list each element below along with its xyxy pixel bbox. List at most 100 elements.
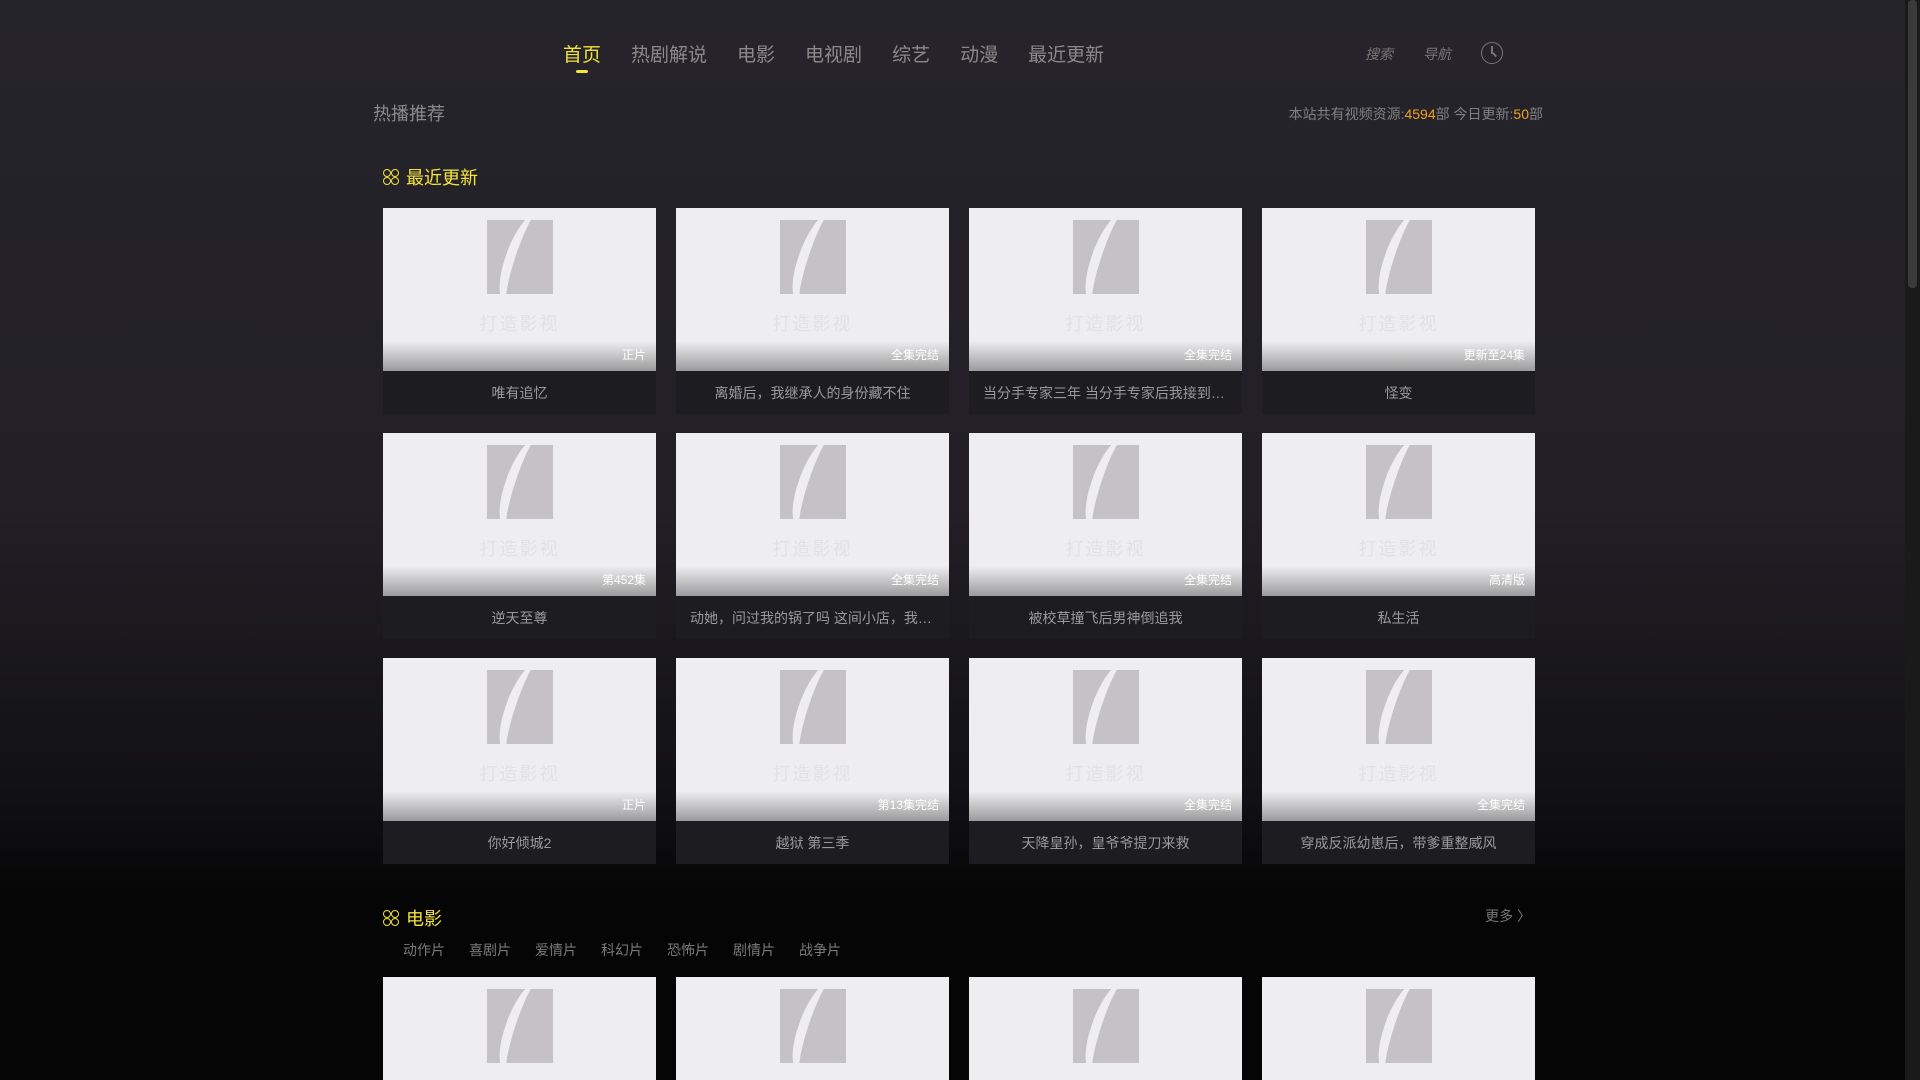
video-thumbnail[interactable]: 打造影视 第452集 [383,433,656,596]
placeholder-logo [1072,445,1139,519]
video-title-text: 天降皇孙，皇爷爷提刀来救 [1021,834,1190,851]
hot-recommend-label: 热播推荐 [373,104,445,124]
video-card[interactable]: 打造影视全集完结当分手专家三年 当分手专家后我接到前任委托 [969,208,1242,414]
recent-grid: 打造影视 正片 唯有追忆 打造影视 全集完结 离婚后，我继承人的身份藏不住 打造影视 全集完结… [383,208,1535,864]
video-title[interactable]: 私生活 [1262,596,1535,639]
video-title[interactable]: 穿成反派幼崽后，带爹重整威风 [1262,821,1535,864]
movie-card[interactable] [676,977,949,1080]
video-title[interactable]: 逆天至尊 [383,596,656,639]
watermark: 打造影视 [1358,539,1439,559]
placeholder-logo [1072,989,1139,1063]
video-thumbnail[interactable]: 打造影视正片 [383,658,656,821]
video-thumbnail[interactable]: 打造影视全集完结 [969,658,1242,821]
nav-item-4[interactable]: 综艺 [892,40,930,67]
watermark: 打造影视 [1065,764,1146,784]
video-thumbnail[interactable]: 打造影视 更新至24集 [1262,208,1535,371]
watermark: 打造影视 [772,314,853,334]
search-link[interactable]: 搜索 [1365,44,1393,64]
placeholder-logo [779,670,846,744]
video-thumbnail[interactable]: 打造影视高清版 [1262,433,1535,596]
video-card[interactable]: 打造影视 更新至24集怪变 [1262,208,1535,414]
site-stats: 本站共有视频资源:4594部 今日更新:50部 [1289,104,1543,124]
video-title[interactable]: 越狱 第三季 [676,821,949,864]
nav-item-6[interactable]: 最近更新 [1028,40,1104,67]
section-title-recent: 最近更新 [383,164,478,190]
video-title[interactable]: 离婚后，我继承人的身份藏不住 [676,371,949,414]
video-card[interactable]: 打造影视全集完结天降皇孙，皇爷爷提刀来救 [969,658,1242,864]
video-card[interactable]: 打造影视 全集完结 被校草撞飞后男神倒追我 [969,433,1242,639]
nav-item-1[interactable]: 热剧解说 [631,40,707,67]
video-title[interactable]: 怪变 [1262,371,1535,414]
video-card[interactable]: 打造影视 第13集完结 越狱 第三季 [676,658,949,864]
watermark: 打造影视 [772,764,853,784]
clover-icon [383,168,400,186]
placeholder-logo [1072,670,1139,744]
video-title-text: 穿成反派幼崽后，带爹重整威风 [1300,834,1497,851]
more-link[interactable]: 更多 〉 [1485,906,1531,926]
video-thumbnail[interactable]: 打造影视 全集完结 [676,208,949,371]
nav-item-2[interactable]: 电影 [737,40,775,67]
status-badge: 全集完结 [1183,798,1232,812]
video-thumbnail[interactable]: 打造影视 正片 [383,208,656,371]
placeholder-logo [486,989,553,1063]
video-title[interactable]: 被校草撞飞后男神倒追我 [969,596,1242,639]
video-card[interactable]: 打造影视 全集完结离婚后，我继承人的身份藏不住 [676,208,949,414]
nav-item-3[interactable]: 电视剧 [805,40,862,67]
category-tab[interactable]: 剧情片 [733,940,775,960]
category-tab[interactable]: 战争片 [799,940,841,960]
video-card[interactable]: 打造影视全集完结动她，问过我的锅了吗 这间小店，我罩了 [676,433,949,639]
placeholder-logo [779,445,846,519]
video-thumbnail[interactable]: 打造影视 全集完结 [1262,658,1535,821]
watermark: 打造影视 [772,539,853,559]
status-badge: 高清版 [1488,573,1525,587]
total-count: 4594 [1404,106,1436,122]
video-title[interactable]: 动她，问过我的锅了吗 这间小店，我罩了 [676,596,949,639]
category-tab[interactable]: 爱情片 [535,940,577,960]
video-thumbnail[interactable]: 打造影视 全集完结 [969,208,1242,371]
video-thumbnail[interactable]: 打造影视 第13集完结 [676,658,949,821]
video-thumbnail[interactable]: 打造影视 全集完结 [969,433,1242,596]
video-card[interactable]: 打造影视 全集完结穿成反派幼崽后，带爹重整威风 [1262,658,1535,864]
movie-card[interactable] [1262,977,1535,1080]
video-thumbnail[interactable]: 打造影视全集完结 [676,433,949,596]
category-tab[interactable]: 喜剧片 [469,940,511,960]
video-card[interactable]: 打造影视高清版私生活 [1262,433,1535,639]
status-badge: 正片 [621,798,646,812]
video-card[interactable]: 打造影视 正片 唯有追忆 [383,208,656,414]
video-thumbnail[interactable] [969,977,1242,1080]
watermark: 打造影视 [479,539,560,559]
category-tab[interactable]: 动作片 [403,940,445,960]
video-title[interactable]: 唯有追忆 [383,371,656,414]
video-card[interactable]: 打造影视 第452集 逆天至尊 [383,433,656,639]
category-tab[interactable]: 科幻片 [601,940,643,960]
movie-card[interactable] [383,977,656,1080]
watermark: 打造影视 [479,764,560,784]
video-title[interactable]: 当分手专家三年 当分手专家后我接到前任委托 [969,371,1242,414]
clover-icon [383,909,400,927]
video-title[interactable]: 天降皇孙，皇爷爷提刀来救 [969,821,1242,864]
placeholder-logo [779,989,846,1063]
video-title-text: 私生活 [1377,609,1420,626]
guide-link[interactable]: 导航 [1423,44,1451,64]
video-thumbnail[interactable] [676,977,949,1080]
status-badge: 全集完结 [890,573,939,587]
video-title-text: 动她，问过我的锅了吗 这间小店，我罩了 [690,609,935,626]
watermark: 打造影视 [1358,314,1439,334]
video-thumbnail[interactable] [383,977,656,1080]
video-title[interactable]: 你好倾城2 [383,821,656,864]
video-thumbnail[interactable] [1262,977,1535,1080]
nav-item-0[interactable]: 首页 [563,40,601,73]
nav-item-5[interactable]: 动漫 [960,40,998,67]
section-title-text: 电影 [406,909,442,929]
video-card[interactable]: 打造影视正片你好倾城2 [383,658,656,864]
scrollbar-thumb[interactable] [1908,0,1917,288]
watermark: 打造影视 [1358,764,1439,784]
category-tab[interactable]: 恐怖片 [667,940,709,960]
today-count: 50 [1513,106,1529,122]
clock-icon[interactable] [1481,42,1503,64]
placeholder-logo [486,445,553,519]
video-title-text: 怪变 [1384,384,1413,401]
video-title-text: 离婚后，我继承人的身份藏不住 [714,384,911,401]
scrollbar[interactable] [1905,0,1920,1080]
movie-card[interactable] [969,977,1242,1080]
